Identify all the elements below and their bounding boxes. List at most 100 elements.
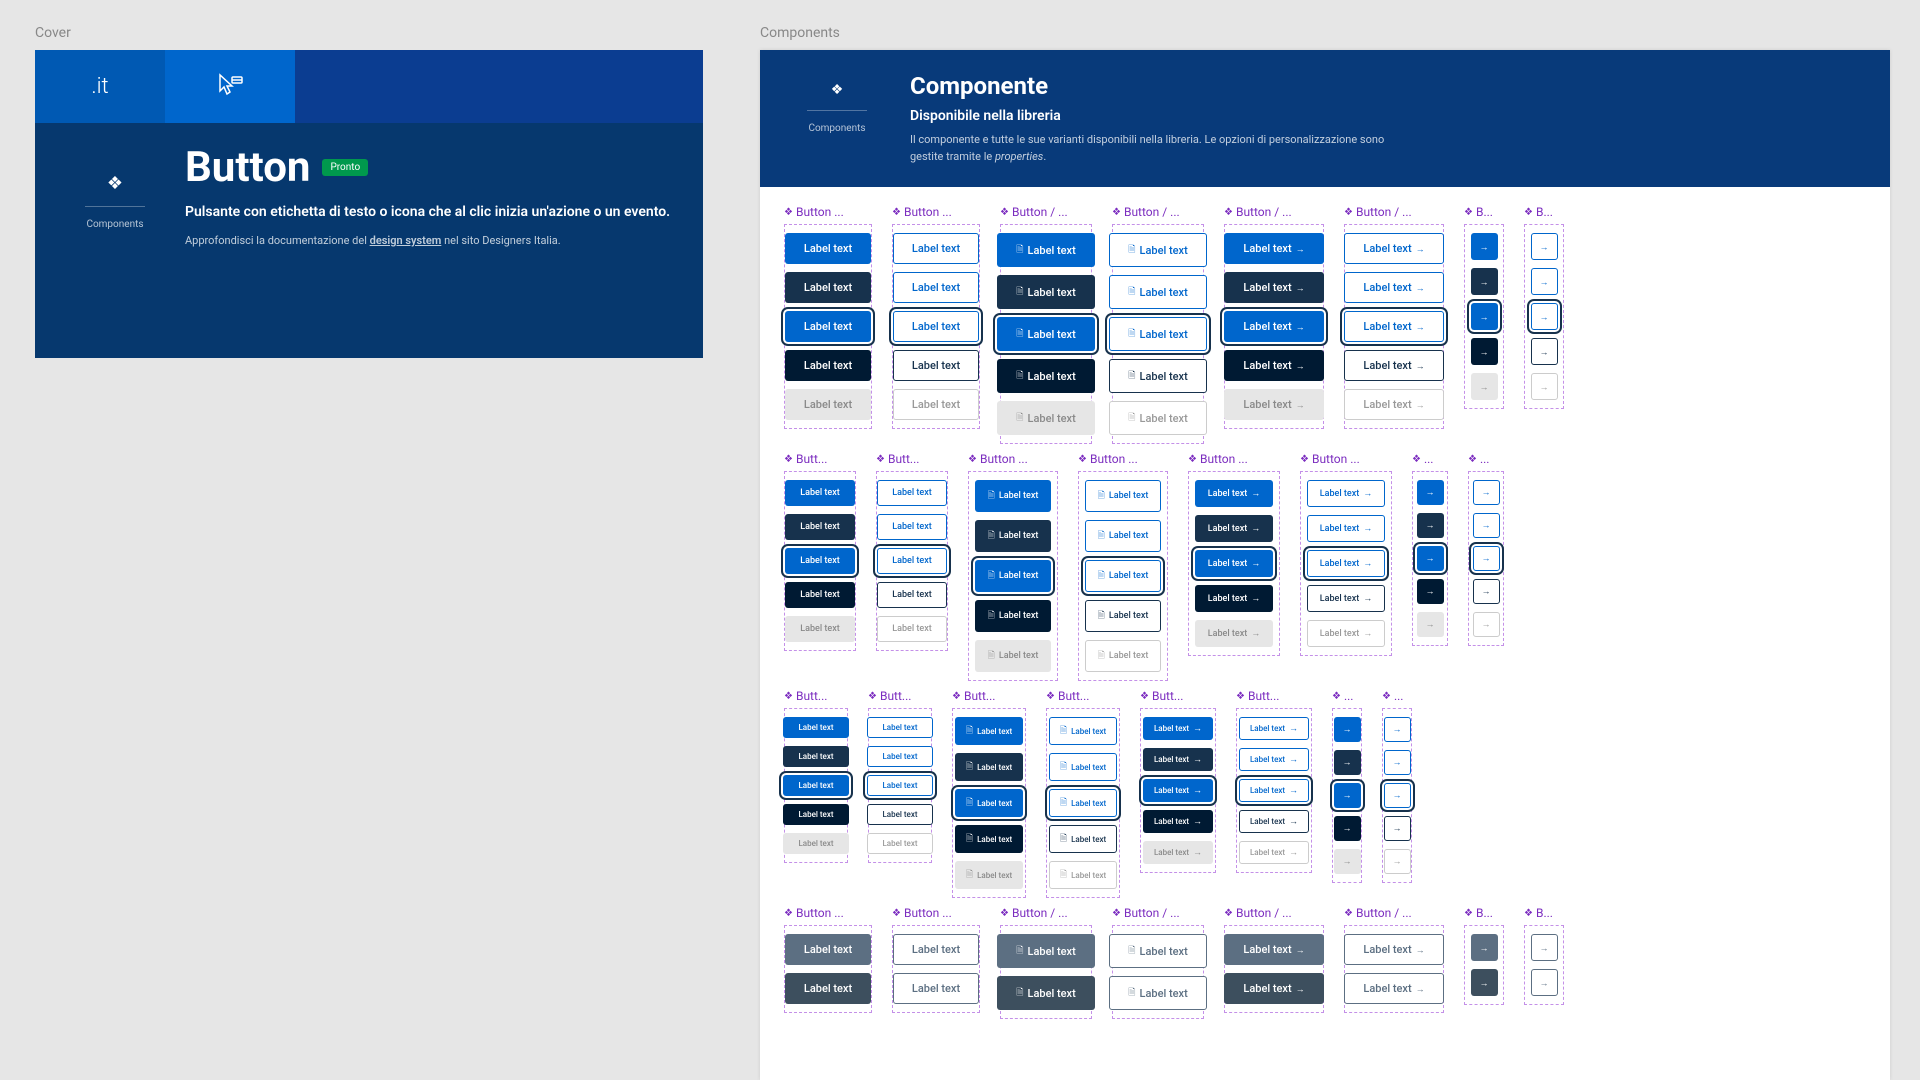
cover-frame[interactable]: .it ❖ Components Button Pronto [35,50,703,358]
button[interactable] [1417,612,1444,637]
button[interactable]: Label text [955,861,1023,889]
button[interactable]: Label text [1143,748,1213,771]
button[interactable]: Label text [785,934,871,965]
button[interactable]: Label text [877,480,947,506]
button[interactable]: Label text [1049,861,1117,889]
button[interactable]: Label text [1344,973,1443,1004]
button[interactable]: Label text [785,311,871,342]
button[interactable]: Label text [1195,550,1273,577]
variant-title[interactable]: ... [1468,452,1504,466]
button[interactable] [1471,233,1498,260]
button[interactable]: Label text [975,640,1052,672]
button[interactable]: Label text [975,600,1052,632]
button[interactable]: Label text [955,753,1023,781]
button[interactable]: Label text [1239,779,1309,802]
variant-title[interactable]: ... [1382,689,1412,703]
button[interactable]: Label text [1344,311,1443,342]
button[interactable]: Label text [1085,600,1162,632]
button[interactable]: Label text [1109,359,1206,393]
button[interactable]: Label text [1195,585,1273,612]
variant-title[interactable]: Butt... [876,452,948,466]
button[interactable]: Label text [783,746,849,767]
button[interactable]: Label text [1239,841,1309,864]
variant-title[interactable]: ... [1332,689,1362,703]
variant-title[interactable]: Button ... [1300,452,1392,466]
variant-title[interactable]: Button / ... [1224,906,1324,920]
button[interactable]: Label text [1224,389,1323,420]
variant-title[interactable]: B... [1524,205,1564,219]
button[interactable]: Label text [1239,717,1309,740]
button[interactable]: Label text [893,233,979,264]
button[interactable] [1384,783,1411,808]
button[interactable] [1384,717,1411,742]
button[interactable]: Label text [1085,560,1162,592]
variant-title[interactable]: Button ... [892,205,980,219]
button[interactable]: Label text [785,350,871,381]
button[interactable] [1471,268,1498,295]
button[interactable]: Label text [877,616,947,642]
variant-title[interactable]: Button / ... [1224,205,1324,219]
button[interactable] [1473,546,1500,571]
button[interactable]: Label text [997,976,1094,1010]
button[interactable]: Label text [867,804,933,825]
button[interactable] [1334,717,1361,742]
button[interactable]: Label text [1143,779,1213,802]
button[interactable] [1473,480,1500,505]
button[interactable] [1531,969,1558,996]
button[interactable]: Label text [1109,401,1206,435]
button[interactable]: Label text [955,717,1023,745]
button[interactable]: Label text [783,717,849,738]
button[interactable] [1531,268,1558,295]
button[interactable]: Label text [893,389,979,420]
variant-title[interactable]: Butt... [1046,689,1120,703]
button[interactable]: Label text [1239,748,1309,771]
variant-title[interactable]: Button / ... [1344,906,1444,920]
button[interactable]: Label text [785,480,855,506]
button[interactable] [1417,513,1444,538]
button[interactable]: Label text [785,233,871,264]
button[interactable]: Label text [1143,717,1213,740]
button[interactable]: Label text [785,514,855,540]
button[interactable] [1531,233,1558,260]
variant-title[interactable]: Button / ... [1000,205,1092,219]
components-frame[interactable]: ❖ Components Componente Disponibile nell… [760,50,1890,1080]
button[interactable] [1417,480,1444,505]
variant-title[interactable]: Butt... [784,689,848,703]
button[interactable]: Label text [1224,350,1323,381]
button[interactable] [1384,849,1411,874]
button[interactable]: Label text [1109,934,1206,968]
button[interactable]: Label text [785,582,855,608]
button[interactable] [1531,934,1558,961]
button[interactable]: Label text [867,775,933,796]
button[interactable]: Label text [867,717,933,738]
variant-title[interactable]: Button ... [784,205,872,219]
button[interactable]: Label text [1049,717,1117,745]
button[interactable] [1531,373,1558,400]
button[interactable]: Label text [1195,480,1273,507]
button[interactable]: Label text [1109,317,1206,351]
button[interactable]: Label text [1344,389,1443,420]
button[interactable] [1471,303,1498,330]
button[interactable]: Label text [975,520,1052,552]
button[interactable]: Label text [877,548,947,574]
button[interactable]: Label text [955,825,1023,853]
button[interactable]: Label text [997,401,1094,435]
button[interactable]: Label text [1049,789,1117,817]
button[interactable]: Label text [1143,810,1213,833]
button[interactable]: Label text [1109,233,1206,267]
button[interactable]: Label text [1049,825,1117,853]
button[interactable]: Label text [785,616,855,642]
button[interactable]: Label text [867,833,933,854]
button[interactable]: Label text [893,311,979,342]
button[interactable]: Label text [877,582,947,608]
variant-title[interactable]: Butt... [1236,689,1312,703]
button[interactable]: Label text [1224,973,1323,1004]
button[interactable]: Label text [1224,272,1323,303]
button[interactable] [1471,934,1498,961]
button[interactable] [1417,579,1444,604]
button[interactable]: Label text [1307,620,1385,647]
button[interactable]: Label text [1109,976,1206,1010]
variant-title[interactable]: Butt... [1140,689,1216,703]
button[interactable]: Label text [1344,233,1443,264]
button[interactable]: Label text [997,359,1094,393]
